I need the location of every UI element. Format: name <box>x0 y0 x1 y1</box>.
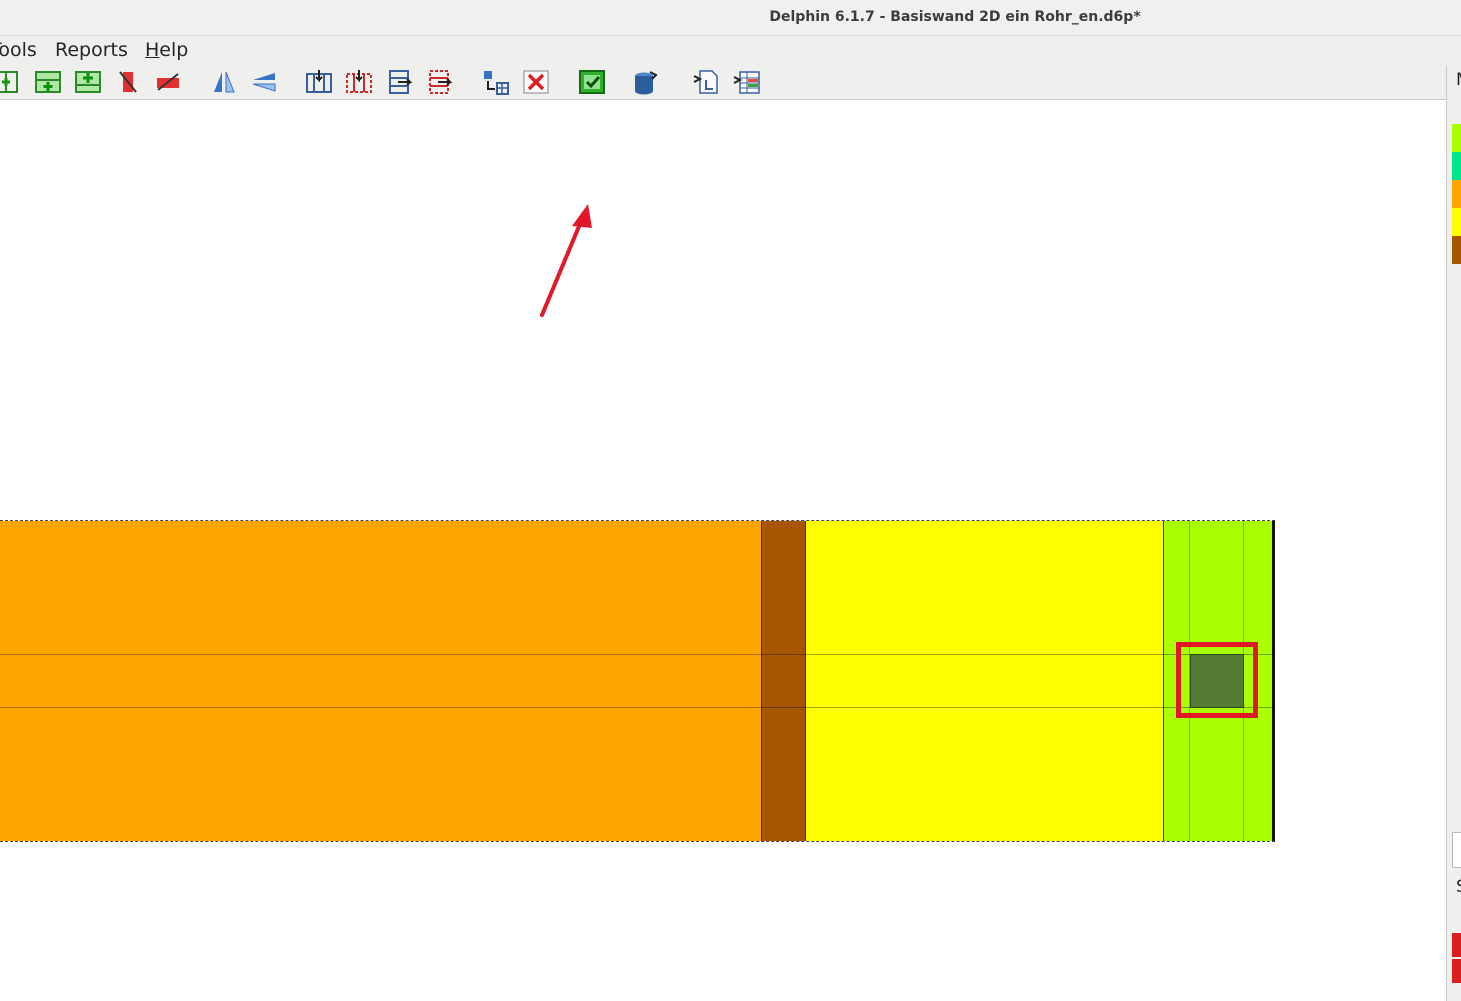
menu-tools[interactable]: Tools <box>0 39 37 61</box>
panel-control[interactable] <box>1452 832 1461 868</box>
delete-assignment-icon <box>523 70 549 94</box>
import-table-button[interactable] <box>733 68 761 96</box>
grid-line <box>0 654 1275 655</box>
panel-heading-bottom: S <box>1456 877 1461 897</box>
insert-row-center-icon <box>75 71 101 93</box>
export-button[interactable] <box>692 68 720 96</box>
delete-row-icon <box>157 73 179 91</box>
menu-reports[interactable]: Reports <box>55 39 128 61</box>
toolbar <box>0 65 1461 100</box>
menu-bar: Tools Reports Help <box>0 36 1461 65</box>
merge-rows-icon <box>429 70 453 94</box>
split-columns-button[interactable] <box>305 68 333 96</box>
title-bar: Delphin 6.1.7 - Basiswand 2D ein Rohr_en… <box>0 0 1461 36</box>
material-swatch[interactable] <box>1452 152 1461 180</box>
annotation-arrow <box>540 204 592 317</box>
material-layer-orange[interactable] <box>0 521 761 841</box>
delete-column-button[interactable] <box>114 68 142 96</box>
construction-canvas[interactable] <box>0 100 1446 1001</box>
mirror-vertical-icon <box>214 71 235 93</box>
merge-columns-icon <box>346 70 372 93</box>
menu-help[interactable]: Help <box>145 39 188 61</box>
split-rows-icon <box>389 70 413 94</box>
split-columns-icon <box>306 70 332 93</box>
material-layer-brown[interactable] <box>761 521 806 841</box>
mirror-vertical-button[interactable] <box>210 68 238 96</box>
insert-row-icon <box>35 71 61 93</box>
pipe-highlight-box <box>1176 642 1258 718</box>
mirror-horizontal-button[interactable] <box>250 68 278 96</box>
status-swatch <box>1452 959 1461 983</box>
panel-heading-top: M <box>1456 70 1461 90</box>
assign-material-button[interactable] <box>578 68 606 96</box>
assign-material-icon <box>579 70 605 94</box>
delphin-window: Delphin 6.1.7 - Basiswand 2D ein Rohr_en… <box>0 0 1461 1001</box>
insert-row-center-button[interactable] <box>74 68 102 96</box>
insert-column-icon <box>0 71 18 93</box>
right-dock-panel: M S <box>1446 65 1461 1001</box>
status-swatch <box>1452 933 1461 957</box>
material-swatch[interactable] <box>1452 236 1461 264</box>
database-icon <box>635 71 658 95</box>
construction-geometry <box>0 520 1275 842</box>
import-table-icon <box>733 71 760 94</box>
material-swatch[interactable] <box>1452 124 1461 152</box>
material-swatch[interactable] <box>1452 208 1461 236</box>
delete-assignment-button[interactable] <box>522 68 550 96</box>
grid-line <box>0 707 1275 708</box>
material-layer-yellow[interactable] <box>806 521 1163 841</box>
grid-assign-icon <box>484 71 509 95</box>
window-title: Delphin 6.1.7 - Basiswand 2D ein Rohr_en… <box>769 9 1141 25</box>
split-rows-button[interactable] <box>386 68 414 96</box>
insert-column-button[interactable] <box>0 68 20 96</box>
merge-rows-button[interactable] <box>426 68 454 96</box>
merge-columns-button[interactable] <box>345 68 373 96</box>
grid-assign-button[interactable] <box>482 68 510 96</box>
delete-column-icon <box>119 71 137 93</box>
export-icon <box>693 70 718 94</box>
insert-row-button[interactable] <box>34 68 62 96</box>
mirror-horizontal-icon <box>252 73 276 92</box>
database-button[interactable] <box>632 68 660 96</box>
delete-row-button[interactable] <box>154 68 182 96</box>
material-swatch[interactable] <box>1452 180 1461 208</box>
